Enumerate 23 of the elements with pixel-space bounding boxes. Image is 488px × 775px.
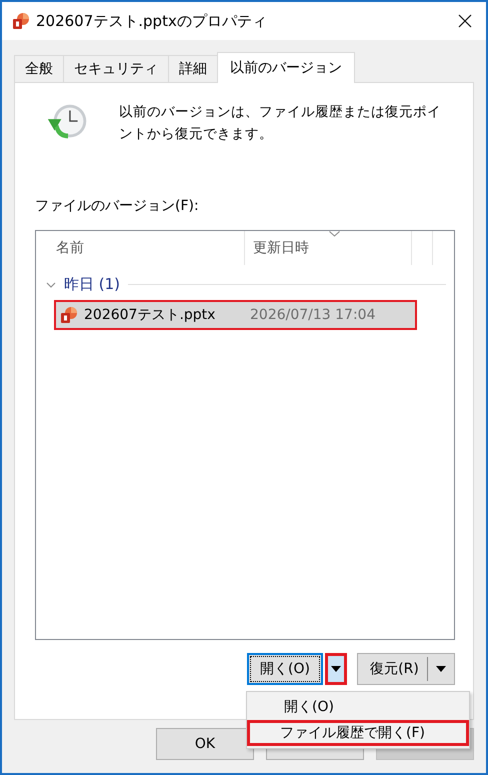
open-dropdown-button[interactable] xyxy=(325,653,347,685)
caret-icon xyxy=(331,666,341,672)
file-name: 202607テスト.pptx xyxy=(84,306,216,324)
menu-item[interactable]: ファイル履歴で開く(F) xyxy=(247,720,469,746)
versions-label: ファイルのバージョン(F): xyxy=(35,197,200,215)
column-header[interactable]: 名前 xyxy=(36,231,245,265)
file-version-row[interactable]: 202607テスト.pptx 2026/07/13 17:04 xyxy=(54,300,417,330)
menu-item[interactable]: 開く(O) xyxy=(247,694,469,720)
file-date: 2026/07/13 17:04 xyxy=(250,307,376,323)
presentation-file-icon xyxy=(60,306,78,324)
tab[interactable]: 全般 xyxy=(14,55,64,82)
chevron-icon[interactable] xyxy=(46,280,56,290)
tab[interactable]: 以前のバージョン xyxy=(217,52,355,83)
restore-split-button[interactable]: 復元(R) xyxy=(357,653,455,685)
presentation-file-icon xyxy=(12,12,30,30)
close-icon[interactable] xyxy=(458,14,472,28)
dialog-button[interactable]: OK xyxy=(156,728,254,760)
open-button[interactable]: 開く(O) xyxy=(247,653,323,685)
caret-icon xyxy=(436,666,446,672)
column-header[interactable]: 更新日時 xyxy=(245,231,412,265)
group-header: 昨日 (1) xyxy=(64,275,120,294)
window-title: 202607テスト.pptxのプロパティ xyxy=(36,12,268,30)
description-text: 以前のバージョンは、ファイル履歴または復元ポイントから復元できます。 xyxy=(119,103,442,144)
